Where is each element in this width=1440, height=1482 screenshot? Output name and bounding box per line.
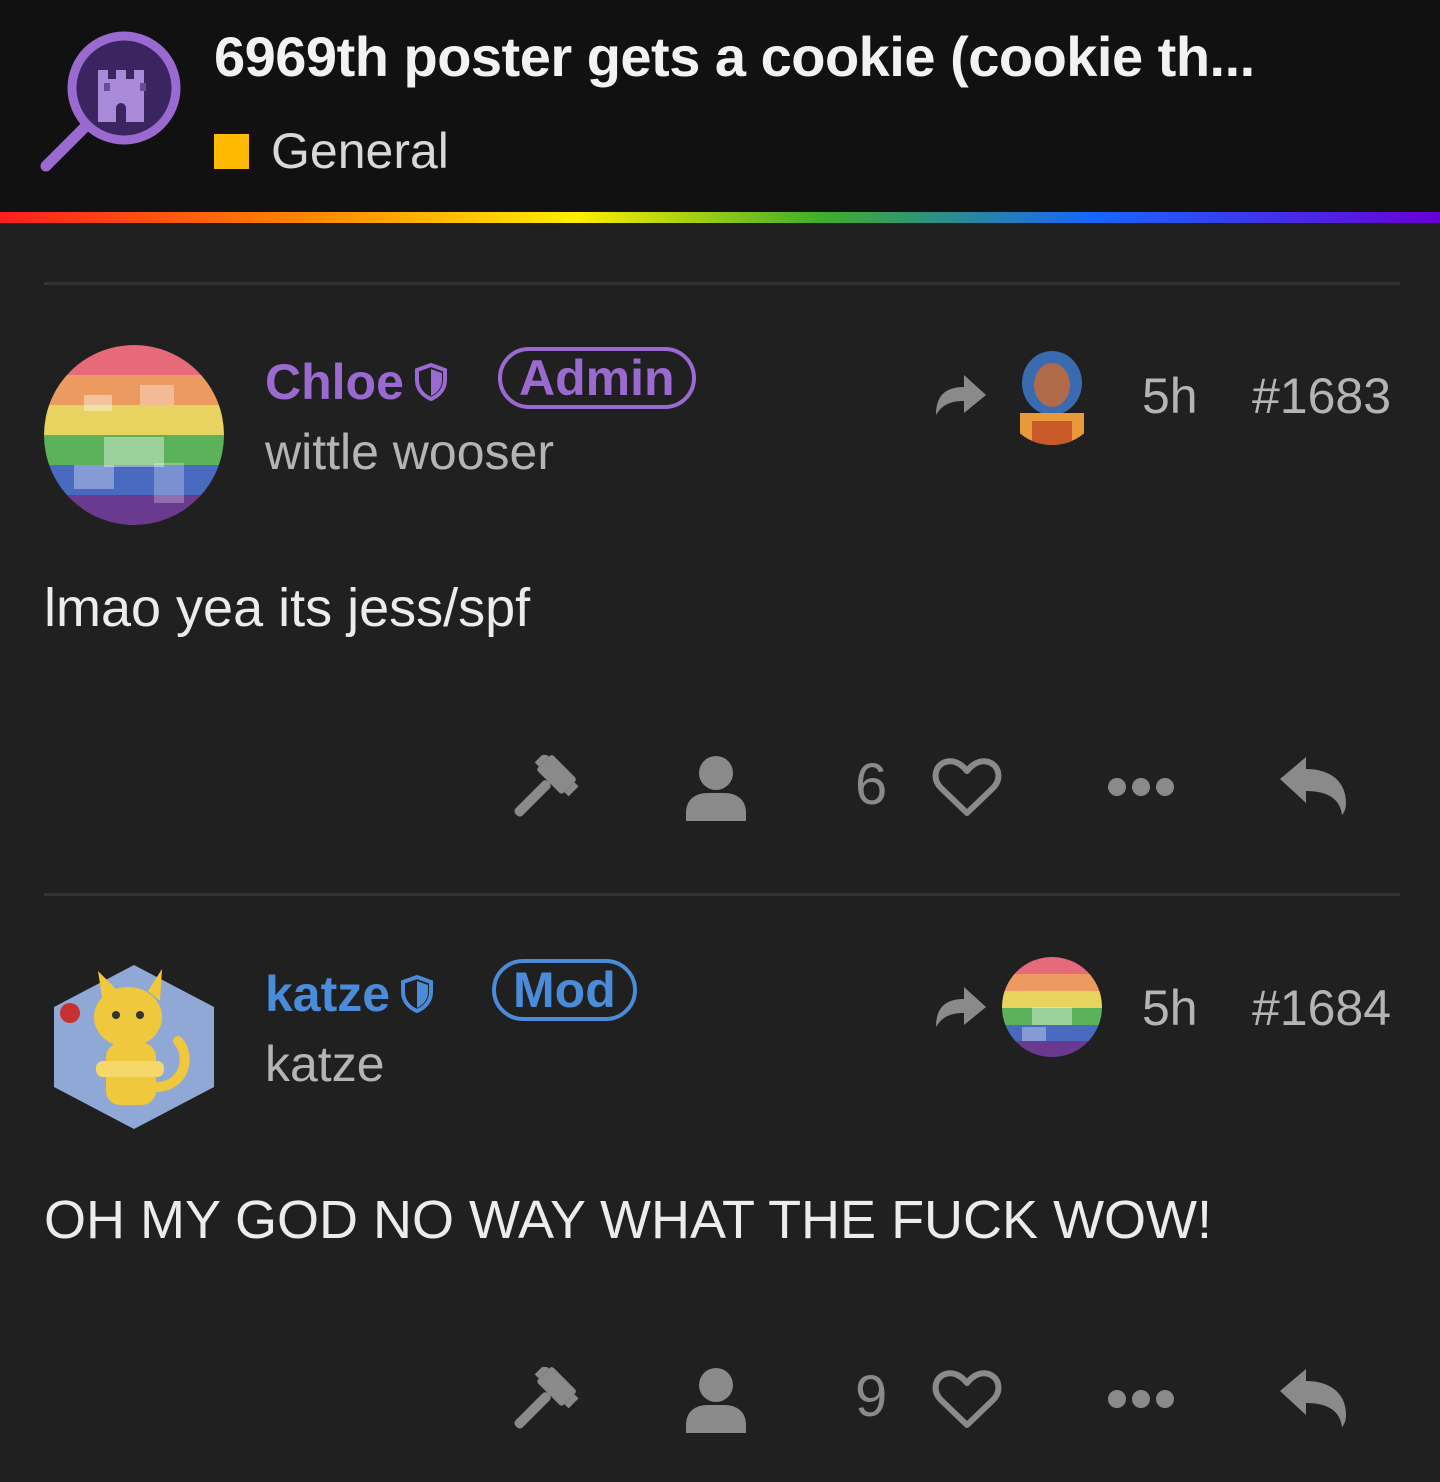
post-actions: 9: [0, 1357, 1440, 1437]
like-count[interactable]: 6: [855, 751, 887, 818]
user-title: katze: [265, 1036, 385, 1092]
post: katze Mod katze 5h #1684 OH MY GOD NO WA…: [0, 957, 1440, 1457]
like-count[interactable]: 9: [855, 1363, 887, 1430]
post-number[interactable]: #1683: [1252, 367, 1391, 425]
post-divider: [44, 893, 1400, 896]
avatar[interactable]: [44, 957, 224, 1137]
post: Chloe Admin wittle wooser 5h #1683 lmao …: [0, 345, 1440, 845]
post-body: lmao yea its jess/spf: [44, 578, 531, 638]
post-body: OH MY GOD NO WAY WHAT THE FUCK WOW!: [44, 1190, 1213, 1250]
user-icon[interactable]: [684, 1367, 748, 1435]
admin-badge[interactable]: Admin: [498, 347, 696, 409]
top-header: 6969th poster gets a cookie (cookie th..…: [0, 0, 1440, 212]
post-time[interactable]: 5h: [1142, 979, 1198, 1037]
gavel-icon[interactable]: [506, 1367, 580, 1435]
mod-badge[interactable]: Mod: [492, 959, 637, 1021]
shield-icon: [401, 975, 434, 1013]
username[interactable]: katze: [265, 965, 434, 1023]
share-arrow-icon[interactable]: [930, 981, 990, 1031]
castle-magnifier-icon[interactable]: [40, 28, 186, 174]
shield-icon: [414, 363, 447, 401]
gavel-icon[interactable]: [506, 755, 580, 823]
username-text: Chloe: [265, 354, 404, 410]
post-number[interactable]: #1684: [1252, 979, 1391, 1037]
username[interactable]: Chloe: [265, 353, 448, 411]
post-actions: 6: [0, 745, 1440, 825]
topic-title[interactable]: 6969th poster gets a cookie (cookie th..…: [214, 24, 1414, 89]
avatar[interactable]: [44, 345, 224, 525]
role-label: Admin: [519, 350, 675, 406]
category-name: General: [271, 123, 449, 179]
reply-to-avatar[interactable]: [1002, 345, 1102, 445]
heart-icon[interactable]: [932, 757, 1002, 819]
post-divider: [44, 282, 1400, 285]
user-title: wittle wooser: [265, 424, 554, 480]
rainbow-progress-bar: [0, 212, 1440, 223]
reply-icon[interactable]: [1276, 1365, 1350, 1429]
category-badge[interactable]: General: [214, 122, 449, 180]
reply-icon[interactable]: [1276, 753, 1350, 817]
post-time[interactable]: 5h: [1142, 367, 1198, 425]
category-color-swatch: [214, 133, 249, 169]
share-arrow-icon[interactable]: [930, 369, 990, 419]
user-icon[interactable]: [684, 755, 748, 823]
heart-icon[interactable]: [932, 1369, 1002, 1431]
reply-to-avatar[interactable]: [1002, 957, 1102, 1057]
username-text: katze: [265, 966, 391, 1022]
ellipsis-icon[interactable]: [1106, 1387, 1176, 1411]
ellipsis-icon[interactable]: [1106, 775, 1176, 799]
role-label: Mod: [513, 962, 616, 1018]
